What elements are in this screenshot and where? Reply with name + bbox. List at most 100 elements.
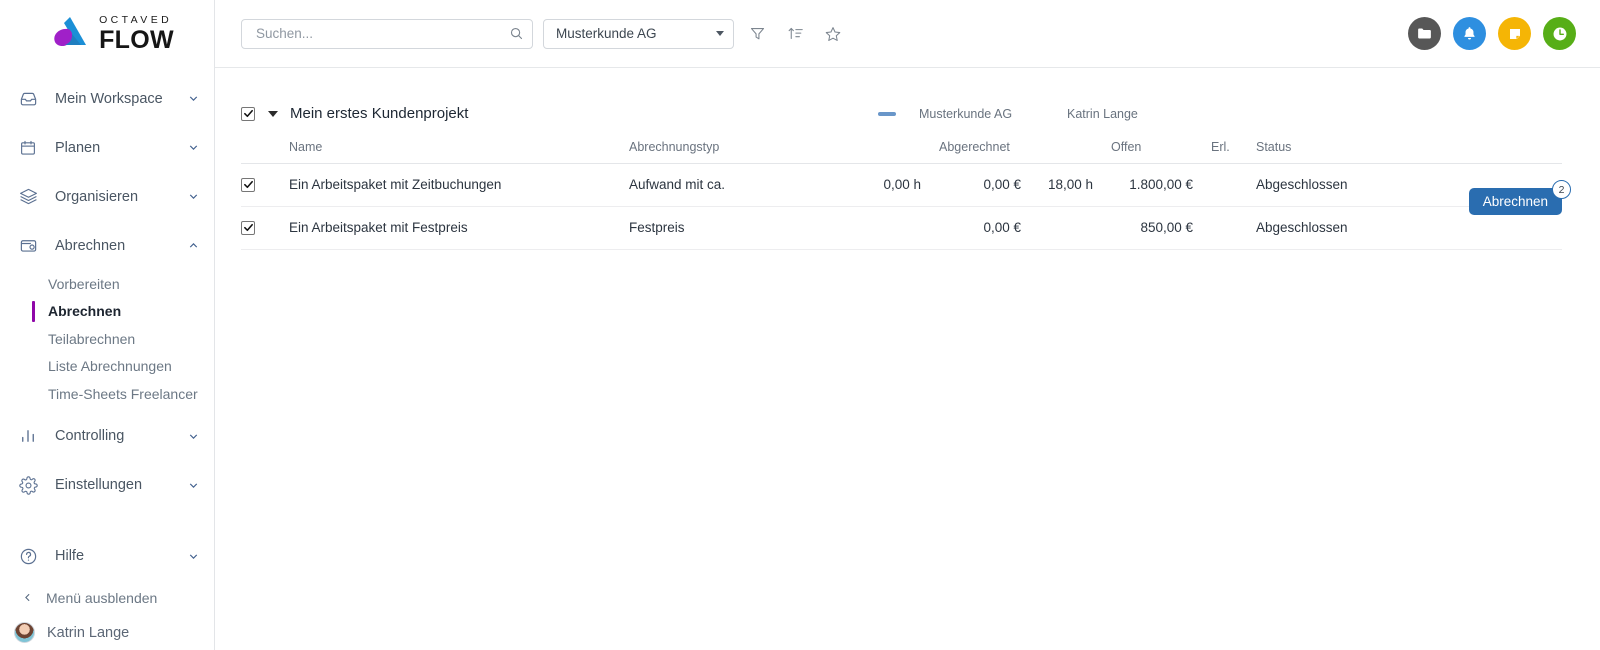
- app-logo[interactable]: OCTAVED FLOW: [0, 0, 214, 68]
- bell-icon[interactable]: [1453, 17, 1486, 50]
- sidebar-item-liste-abrechnungen[interactable]: Liste Abrechnungen: [0, 353, 214, 381]
- sidebar-item-teilabrechnen[interactable]: Teilabrechnen: [0, 325, 214, 353]
- sidebar-item-vorbereiten[interactable]: Vorbereiten: [0, 270, 214, 298]
- star-icon[interactable]: [818, 19, 848, 49]
- question-circle-icon: [17, 545, 39, 567]
- sidebar-item-label: Mein Workspace: [55, 90, 163, 107]
- chevron-down-icon[interactable]: [716, 31, 724, 36]
- filter-icon[interactable]: [742, 19, 772, 49]
- sidebar-item-time-sheets-freelancer[interactable]: Time-Sheets Freelancer: [0, 380, 214, 408]
- column-header-checkbox: [241, 135, 289, 164]
- abrechnen-action-button[interactable]: Abrechnen: [1468, 188, 1562, 215]
- row-erl: [1211, 206, 1256, 250]
- logo-text-octaved: OCTAVED: [99, 14, 173, 27]
- work-packages-table: Name Abrechnungstyp Abgerechnet Offen Er…: [241, 135, 1562, 250]
- sidebar-item-label: Hilfe: [55, 548, 85, 564]
- column-header-status[interactable]: Status: [1256, 135, 1562, 164]
- layers-icon: [17, 186, 39, 208]
- abrechnen-count-badge: 2: [1552, 180, 1571, 199]
- sidebar-item-planen[interactable]: Planen: [0, 123, 214, 172]
- chevron-down-icon[interactable]: [187, 430, 200, 443]
- chevron-down-icon[interactable]: [187, 479, 200, 492]
- customer-select-value: Musterkunde AG: [556, 26, 657, 41]
- row-offen-euro: 1.800,00 €: [1111, 163, 1211, 207]
- work-packages-table-wrap: Name Abrechnungstyp Abgerechnet Offen Er…: [215, 135, 1600, 250]
- row-name: Ein Arbeitspaket mit Festpreis: [289, 206, 629, 250]
- logo-text-flow: FLOW: [99, 25, 174, 54]
- sort-ascending-icon[interactable]: [780, 19, 810, 49]
- project-name: Mein erstes Kundenprojekt: [290, 105, 469, 122]
- sidebar-item-mein-workspace[interactable]: Mein Workspace: [0, 74, 214, 123]
- table-row[interactable]: Ein Arbeitspaket mit Festpreis Festpreis…: [241, 206, 1562, 250]
- column-header-offen[interactable]: Offen: [1111, 135, 1211, 164]
- row-select-checkbox[interactable]: [241, 220, 255, 235]
- sidebar-item-hilfe[interactable]: Hilfe: [0, 532, 214, 581]
- column-header-abgerechnet[interactable]: Abgerechnet: [939, 135, 1039, 164]
- row-abgerechnet-hours: 0,00 h: [839, 163, 939, 207]
- column-header-spacer-h: [839, 135, 939, 164]
- sidebar-user[interactable]: Katrin Lange: [0, 615, 214, 650]
- sidebar-item-label: Abrechnen: [55, 237, 126, 254]
- column-header-erl[interactable]: Erl.: [1211, 135, 1256, 164]
- main-area: Musterkunde AG: [215, 0, 1600, 650]
- project-expand-toggle[interactable]: [268, 110, 278, 117]
- chevron-down-icon[interactable]: [187, 92, 200, 105]
- row-abrechnungstyp: Aufwand mit ca.: [629, 163, 839, 207]
- topbar: Musterkunde AG: [215, 0, 1600, 68]
- row-offen-hours: [1039, 206, 1111, 250]
- column-header-abrechnungstyp[interactable]: Abrechnungstyp: [629, 135, 839, 164]
- project-header-row[interactable]: Mein erstes Kundenprojekt Musterkunde AG…: [215, 92, 1600, 135]
- row-abgerechnet-euro: 0,00 €: [939, 163, 1039, 207]
- sidebar-subitem-label: Liste Abrechnungen: [48, 358, 172, 375]
- bar-chart-icon: [17, 425, 39, 447]
- sidebar: OCTAVED FLOW Mein Workspace Planen Organ…: [0, 0, 215, 650]
- inbox-icon: [17, 88, 39, 110]
- search-icon[interactable]: [509, 26, 524, 41]
- sidebar-item-abrechnen-sub[interactable]: Abrechnen: [0, 298, 214, 326]
- column-header-spacer-oh: [1039, 135, 1111, 164]
- sidebar-subitem-label: Teilabrechnen: [48, 330, 136, 347]
- sidebar-nav: Mein Workspace Planen Organisieren Abrec…: [0, 68, 214, 650]
- chevron-left-icon: [21, 591, 34, 604]
- search-box[interactable]: [241, 18, 533, 49]
- row-select-checkbox[interactable]: [241, 177, 255, 192]
- row-abgerechnet-hours: [839, 206, 939, 250]
- sidebar-item-label: Controlling: [55, 428, 125, 444]
- sidebar-user-name: Katrin Lange: [47, 624, 130, 641]
- app-root: OCTAVED FLOW Mein Workspace Planen Organ…: [0, 0, 1600, 650]
- sidebar-item-abrechnen[interactable]: Abrechnen: [0, 221, 214, 270]
- row-checkbox-cell: [241, 163, 289, 207]
- abrechnen-action-label: Abrechnen: [1482, 194, 1548, 209]
- row-offen-hours: 18,00 h: [1039, 163, 1111, 207]
- sidebar-item-controlling[interactable]: Controlling: [0, 412, 214, 461]
- project-select-checkbox[interactable]: [241, 106, 255, 121]
- chevron-down-icon[interactable]: [187, 190, 200, 203]
- sidebar-item-einstellungen[interactable]: Einstellungen: [0, 461, 214, 510]
- sidebar-item-label: Planen: [55, 139, 101, 156]
- note-icon[interactable]: [1498, 17, 1531, 50]
- avatar: [14, 622, 35, 643]
- hide-menu-button[interactable]: Menü ausblenden: [0, 581, 214, 615]
- row-checkbox-cell: [241, 206, 289, 250]
- gear-icon: [17, 474, 39, 496]
- row-name: Ein Arbeitspaket mit Zeitbuchungen: [289, 163, 629, 207]
- sidebar-item-label: Einstellungen: [55, 477, 143, 493]
- chevron-down-icon[interactable]: [187, 141, 200, 154]
- folder-icon[interactable]: [1408, 17, 1441, 50]
- sidebar-item-organisieren[interactable]: Organisieren: [0, 172, 214, 221]
- sidebar-subnav-abrechnen: Vorbereiten Abrechnen Teilabrechnen List…: [0, 270, 214, 412]
- row-abrechnungstyp: Festpreis: [629, 206, 839, 250]
- logo-mark-icon: [50, 15, 90, 54]
- table-row[interactable]: Ein Arbeitspaket mit Zeitbuchungen Aufwa…: [241, 163, 1562, 207]
- search-input[interactable]: [254, 25, 509, 42]
- row-erl: [1211, 163, 1256, 207]
- project-customer: Musterkunde AG: [919, 106, 1013, 121]
- project-status-dash-icon: [878, 111, 896, 116]
- chevron-down-icon[interactable]: [187, 550, 200, 563]
- sidebar-subitem-label: Vorbereiten: [48, 275, 120, 292]
- customer-select[interactable]: Musterkunde AG: [543, 18, 734, 49]
- column-header-name[interactable]: Name: [289, 135, 629, 164]
- sidebar-subitem-label: Time-Sheets Freelancer: [48, 385, 198, 402]
- clock-icon[interactable]: [1543, 17, 1576, 50]
- chevron-up-icon[interactable]: [187, 239, 200, 252]
